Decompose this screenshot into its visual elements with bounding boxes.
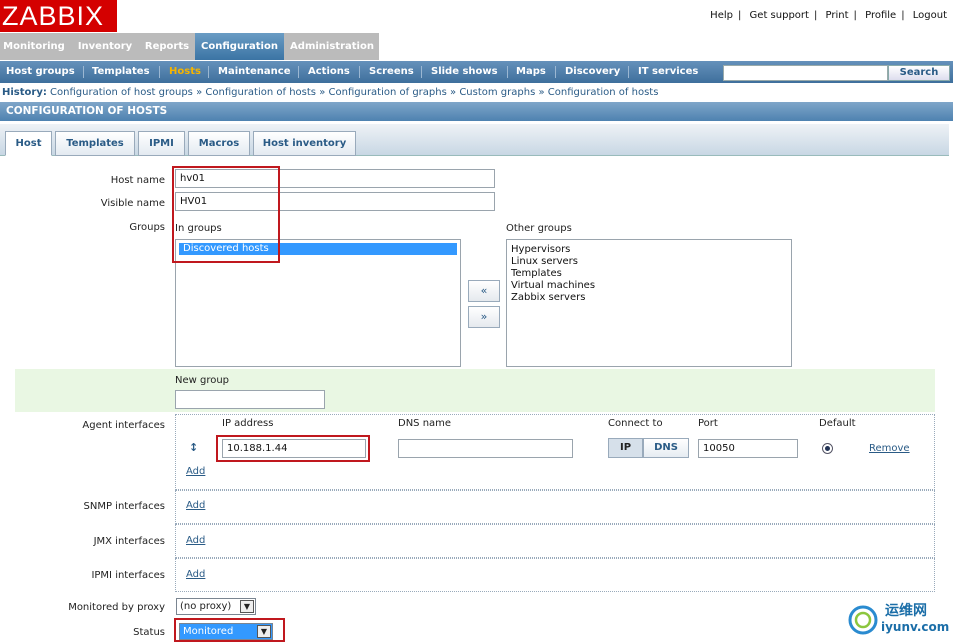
agent-interfaces-label: Agent interfaces xyxy=(82,420,165,431)
agent-ip-input[interactable]: 10.188.1.44 xyxy=(222,439,366,458)
snmp-interfaces-label: SNMP interfaces xyxy=(83,501,165,512)
groups-label: Groups xyxy=(129,222,165,233)
agent-add-link[interactable]: Add xyxy=(186,466,205,477)
submenu-screens[interactable]: Screens xyxy=(369,61,414,83)
status-label: Status xyxy=(133,627,165,638)
connect-dns-button[interactable]: DNS xyxy=(643,438,689,458)
menu-reports[interactable]: Reports xyxy=(140,33,194,60)
new-group-row xyxy=(15,369,935,412)
help-link[interactable]: Help xyxy=(710,10,733,21)
jmx-add-link[interactable]: Add xyxy=(186,535,205,546)
history-item[interactable]: Configuration of graphs xyxy=(329,87,447,98)
profile-link[interactable]: Profile xyxy=(865,10,896,21)
page-title: CONFIGURATION OF HOSTS xyxy=(0,102,953,121)
tab-ipmi[interactable]: IPMI xyxy=(138,131,185,156)
agent-dns-input[interactable] xyxy=(398,439,573,458)
zabbix-logo: ZABBIX xyxy=(0,0,117,32)
connect-to-header: Connect to xyxy=(608,418,663,429)
list-item[interactable]: Discovered hosts xyxy=(179,243,457,255)
watermark-site: iyunv.com xyxy=(881,620,950,634)
connect-ip-button[interactable]: IP xyxy=(608,438,643,458)
list-item[interactable]: Linux servers xyxy=(507,256,791,268)
other-groups-list[interactable]: Hypervisors Linux servers Templates Virt… xyxy=(506,239,792,367)
snmp-add-link[interactable]: Add xyxy=(186,500,205,511)
dns-name-header: DNS name xyxy=(398,418,452,429)
submenu-hosts[interactable]: Hosts xyxy=(169,61,201,83)
history-item[interactable]: Configuration of hosts xyxy=(205,87,316,98)
list-item[interactable]: Virtual machines xyxy=(507,280,791,292)
in-groups-label: In groups xyxy=(175,223,222,234)
history-item[interactable]: Custom graphs xyxy=(459,87,535,98)
logout-link[interactable]: Logout xyxy=(913,10,947,21)
other-groups-label: Other groups xyxy=(506,223,572,234)
menu-administration[interactable]: Administration xyxy=(286,33,378,60)
history-label: History: xyxy=(2,87,47,98)
history-item[interactable]: Configuration of hosts xyxy=(548,87,659,98)
print-link[interactable]: Print xyxy=(826,10,849,21)
submenu-maintenance[interactable]: Maintenance xyxy=(218,61,291,83)
tab-host[interactable]: Host xyxy=(5,131,52,156)
in-groups-list[interactable]: Discovered hosts xyxy=(175,239,461,367)
visible-name-label: Visible name xyxy=(100,198,165,209)
chevron-down-icon: ▼ xyxy=(240,600,254,613)
top-links: Help | Get support | Print | Profile | Logou… xyxy=(710,10,947,21)
host-name-label: Host name xyxy=(110,175,165,186)
jmx-interfaces-label: JMX interfaces xyxy=(93,536,165,547)
submenu-templates[interactable]: Templates xyxy=(92,61,150,83)
remove-link[interactable]: Remove xyxy=(869,443,910,454)
search-button[interactable]: Search xyxy=(888,65,950,81)
snmp-interfaces-box xyxy=(175,490,935,524)
get-support-link[interactable]: Get support xyxy=(750,10,809,21)
submenu-actions[interactable]: Actions xyxy=(308,61,350,83)
host-name-input[interactable]: hv01 xyxy=(175,169,495,188)
proxy-select[interactable]: (no proxy) ▼ xyxy=(176,598,256,615)
ipmi-add-link[interactable]: Add xyxy=(186,569,205,580)
move-right-button[interactable]: » xyxy=(468,306,500,328)
tab-macros[interactable]: Macros xyxy=(188,131,250,156)
tab-templates[interactable]: Templates xyxy=(55,131,135,156)
monitored-by-proxy-label: Monitored by proxy xyxy=(68,602,165,613)
agent-port-input[interactable]: 10050 xyxy=(698,439,798,458)
status-select[interactable]: Monitored ▼ xyxy=(179,623,273,640)
submenu-it-services[interactable]: IT services xyxy=(638,61,698,83)
port-header: Port xyxy=(698,418,718,429)
watermark-cn: 运维网 xyxy=(885,603,927,619)
search-input[interactable] xyxy=(723,65,888,81)
move-left-button[interactable]: « xyxy=(468,280,500,302)
watermark: 运维网 iyunv.com xyxy=(847,598,950,640)
chevron-down-icon: ▼ xyxy=(257,625,271,638)
history-item[interactable]: Configuration of host groups xyxy=(50,87,193,98)
submenu-discovery[interactable]: Discovery xyxy=(565,61,620,83)
menu-inventory[interactable]: Inventory xyxy=(74,33,136,60)
breadcrumb: History: Configuration of host groups » … xyxy=(2,87,659,98)
menu-monitoring[interactable]: Monitoring xyxy=(0,33,68,60)
drag-handle-icon[interactable]: ↕ xyxy=(189,441,198,454)
list-item[interactable]: Zabbix servers xyxy=(507,292,791,304)
submenu-maps[interactable]: Maps xyxy=(516,61,546,83)
tab-host-inventory[interactable]: Host inventory xyxy=(253,131,356,156)
list-item[interactable]: Templates xyxy=(507,268,791,280)
ipmi-interfaces-box xyxy=(175,558,935,592)
submenu-slide-shows[interactable]: Slide shows xyxy=(431,61,498,83)
menu-configuration[interactable]: Configuration xyxy=(195,33,284,60)
list-item[interactable]: Hypervisors xyxy=(507,244,791,256)
default-header: Default xyxy=(819,418,856,429)
visible-name-input[interactable]: HV01 xyxy=(175,192,495,211)
ipmi-interfaces-label: IPMI interfaces xyxy=(91,570,165,581)
submenu-host-groups[interactable]: Host groups xyxy=(6,61,75,83)
new-group-input[interactable] xyxy=(175,390,325,409)
new-group-label: New group xyxy=(175,375,230,386)
jmx-interfaces-box xyxy=(175,524,935,558)
default-radio[interactable] xyxy=(822,443,833,454)
ip-address-header: IP address xyxy=(222,418,274,429)
